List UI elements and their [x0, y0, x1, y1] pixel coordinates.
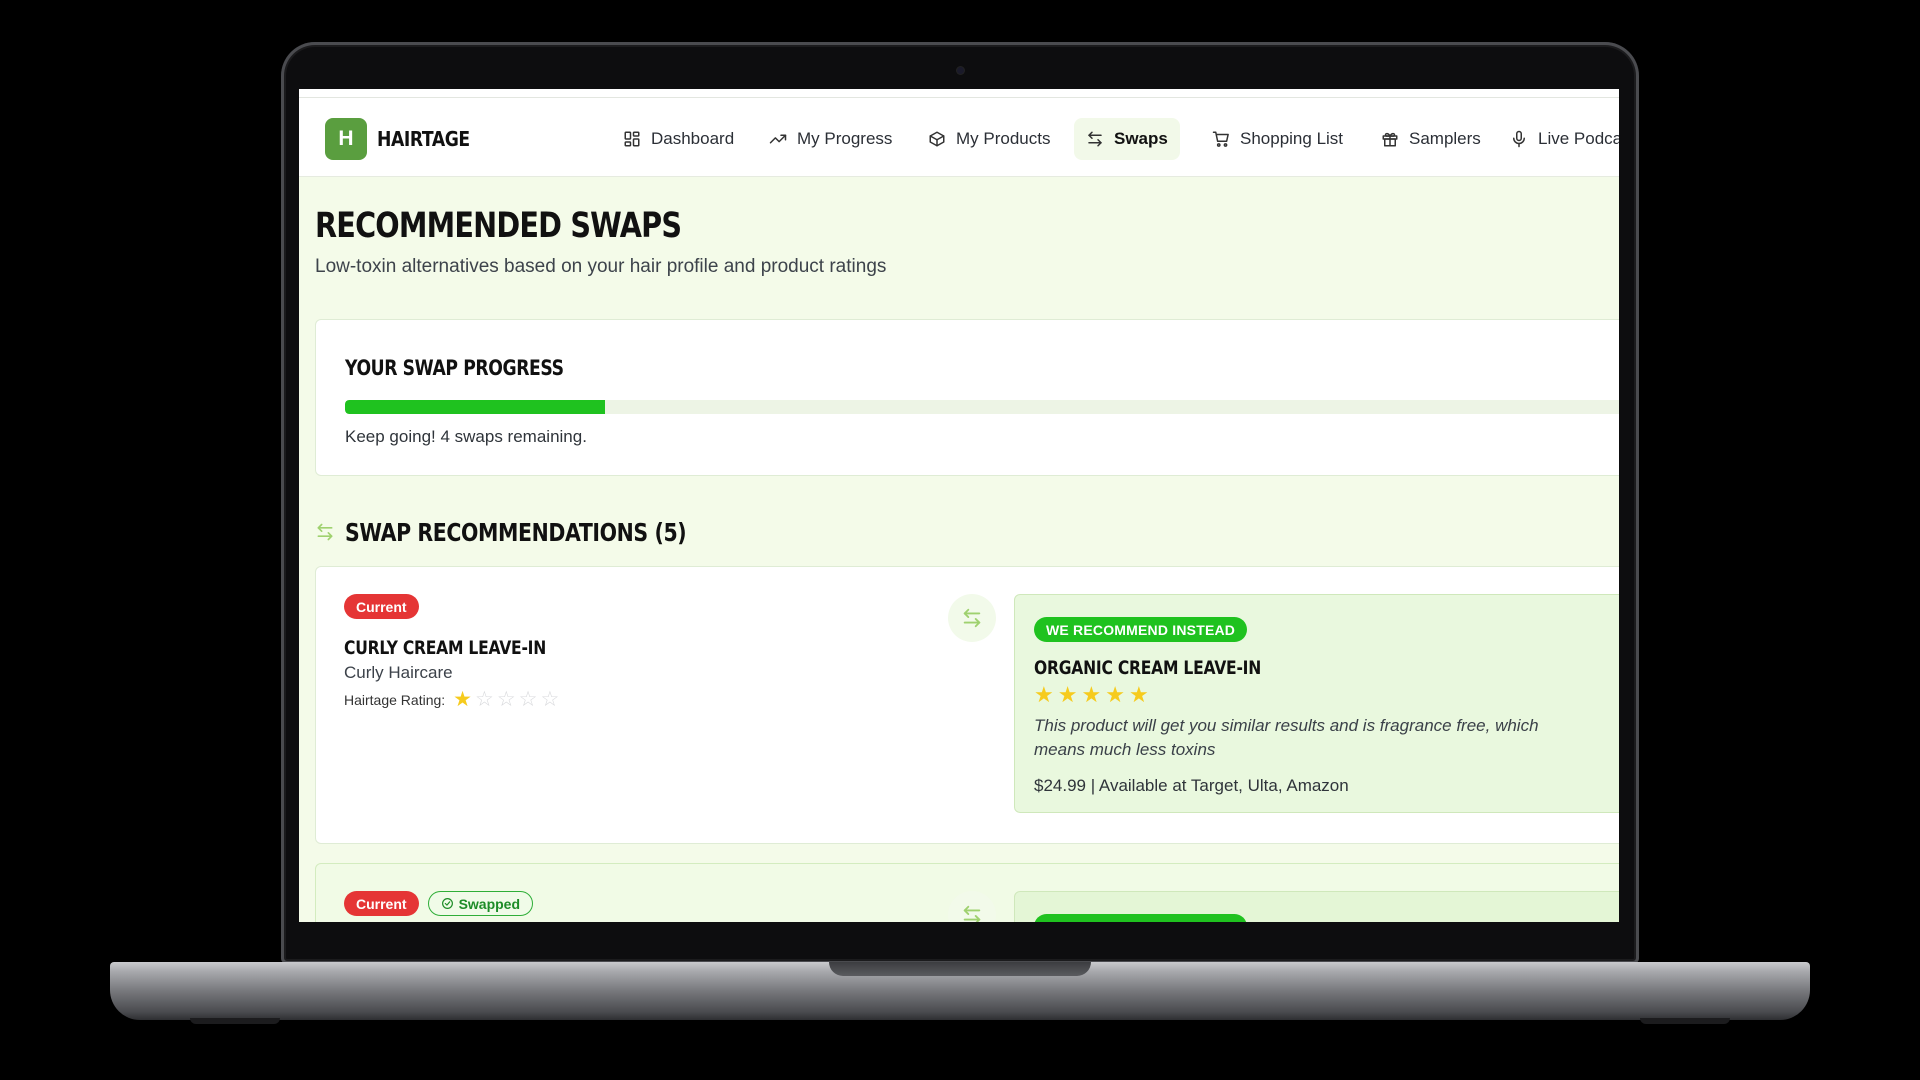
- swap-progress-bar: [345, 400, 1619, 414]
- current-product-name: CURLY CREAM LEAVE-IN: [344, 637, 547, 659]
- microphone-icon: [1513, 130, 1525, 148]
- nav-item-dashboard[interactable]: Dashboard: [611, 118, 746, 160]
- swap-arrows-icon: [1088, 131, 1102, 147]
- nav-item-samplers[interactable]: Samplers: [1369, 118, 1493, 160]
- recommendations-heading: SWAP RECOMMENDATIONS (5): [315, 517, 761, 547]
- recommend-badge: WE RECOMMEND INSTEAD: [1034, 617, 1248, 642]
- dashboard-icon: [624, 131, 640, 147]
- nav-item-swaps[interactable]: Swaps: [1074, 118, 1180, 160]
- swap-arrows-icon: [963, 608, 981, 628]
- gift-icon: [1382, 132, 1398, 147]
- current-rating-stars: ★ ☆ ☆ ☆ ☆: [453, 689, 559, 710]
- logo-text[interactable]: HAIRTAGE: [377, 127, 470, 151]
- cart-icon: [1212, 131, 1229, 147]
- swap-direction-indicator[interactable]: [948, 891, 996, 922]
- swapped-badge: Swapped: [427, 891, 534, 916]
- star-empty-icon: ☆: [496, 688, 516, 711]
- rating-label: Hairtage Rating:: [344, 691, 446, 708]
- current-product-brand: Curly Haircare: [344, 663, 453, 682]
- logo-mark[interactable]: H: [325, 118, 367, 160]
- recommended-product-price-availability: $24.99 | Available at Target, Ulta, Amaz…: [1034, 776, 1349, 795]
- swap-direction-indicator[interactable]: [948, 594, 996, 642]
- recommended-product-description: This product will get you similar result…: [1034, 716, 1539, 759]
- star-empty-icon: ☆: [518, 688, 538, 711]
- page-subtitle: Low-toxin alternatives based on your hai…: [315, 256, 887, 277]
- trending-up-icon: [769, 134, 787, 144]
- recommended-product-panel[interactable]: WE RECOMMEND INSTEAD: [1014, 891, 1619, 922]
- star-empty-icon: ☆: [475, 688, 494, 711]
- current-badge: Current: [344, 891, 419, 916]
- swap-arrows-icon: [963, 905, 981, 922]
- nav-item-label: Dashboard: [651, 129, 735, 148]
- nav-item-label: My Products: [956, 129, 1051, 148]
- nav-item-my-progress[interactable]: My Progress: [757, 118, 904, 160]
- check-circle-icon: [441, 898, 453, 909]
- logo-letter: H: [338, 127, 354, 150]
- recommended-rating-stars: ★ ★ ★ ★ ★: [1034, 684, 1149, 706]
- top-navbar: H HAIRTAGE Dashboard My Progress My Prod…: [299, 98, 1619, 177]
- page-title: RECOMMENDED SWAPS: [315, 206, 682, 246]
- star-filled-icon: ★: [1105, 682, 1125, 707]
- hairtage-rating: Hairtage Rating: ★ ☆ ☆ ☆ ☆: [344, 689, 559, 710]
- recommended-product-panel[interactable]: WE RECOMMEND INSTEAD ORGANIC CREAM LEAVE…: [1014, 594, 1619, 813]
- star-filled-icon: ★: [1128, 682, 1149, 707]
- recommendations-title: SWAP RECOMMENDATIONS (5): [345, 517, 687, 547]
- star-filled-icon: ★: [1034, 682, 1054, 707]
- nav-item-label: Swaps: [1114, 129, 1168, 148]
- nav-item-label: Shopping List: [1240, 129, 1344, 148]
- star-empty-icon: ☆: [540, 688, 560, 711]
- swap-progress-card: YOUR SWAP PROGRESS Keep going! 4 swaps r…: [315, 319, 1619, 476]
- nav-item-shopping-list[interactable]: Shopping List: [1200, 118, 1355, 160]
- recommended-product-name: ORGANIC CREAM LEAVE-IN: [1034, 657, 1262, 679]
- swap-card: Current CURLY CREAM LEAVE-IN Curly Hairc…: [315, 566, 1619, 844]
- nav-item-label: My Progress: [797, 129, 893, 148]
- nav-item-label: Live Podca: [1538, 129, 1619, 148]
- swap-progress-title: YOUR SWAP PROGRESS: [345, 356, 564, 380]
- nav-item-label: Samplers: [1409, 129, 1481, 148]
- swap-card: Current Swapped WE RECOMMEND INSTEAD: [315, 863, 1619, 922]
- webcam: [957, 67, 964, 74]
- swap-progress-message: Keep going! 4 swaps remaining.: [345, 427, 587, 446]
- nav-item-my-products[interactable]: My Products: [916, 118, 1062, 160]
- laptop-foot-left: [190, 1018, 280, 1024]
- browser-top-strip: [299, 89, 1619, 98]
- laptop-screen: H HAIRTAGE Dashboard My Progress My Prod…: [299, 89, 1619, 922]
- laptop-base-notch: [829, 962, 1091, 976]
- nav-item-live-podcast[interactable]: Live Podca: [1498, 118, 1619, 160]
- current-badges: Current Swapped: [344, 891, 534, 916]
- swap-progress-fill: [345, 400, 605, 414]
- star-filled-icon: ★: [1057, 682, 1078, 707]
- package-icon: [929, 131, 945, 147]
- swap-arrows-icon: [317, 523, 333, 541]
- swapped-label: Swapped: [458, 895, 521, 912]
- current-badge: Current: [344, 594, 419, 619]
- star-filled-icon: ★: [1081, 682, 1102, 707]
- laptop-foot-right: [1640, 1018, 1730, 1024]
- recommend-badge: WE RECOMMEND INSTEAD: [1034, 914, 1248, 922]
- current-badges: Current: [344, 594, 419, 619]
- star-filled-icon: ★: [453, 688, 472, 711]
